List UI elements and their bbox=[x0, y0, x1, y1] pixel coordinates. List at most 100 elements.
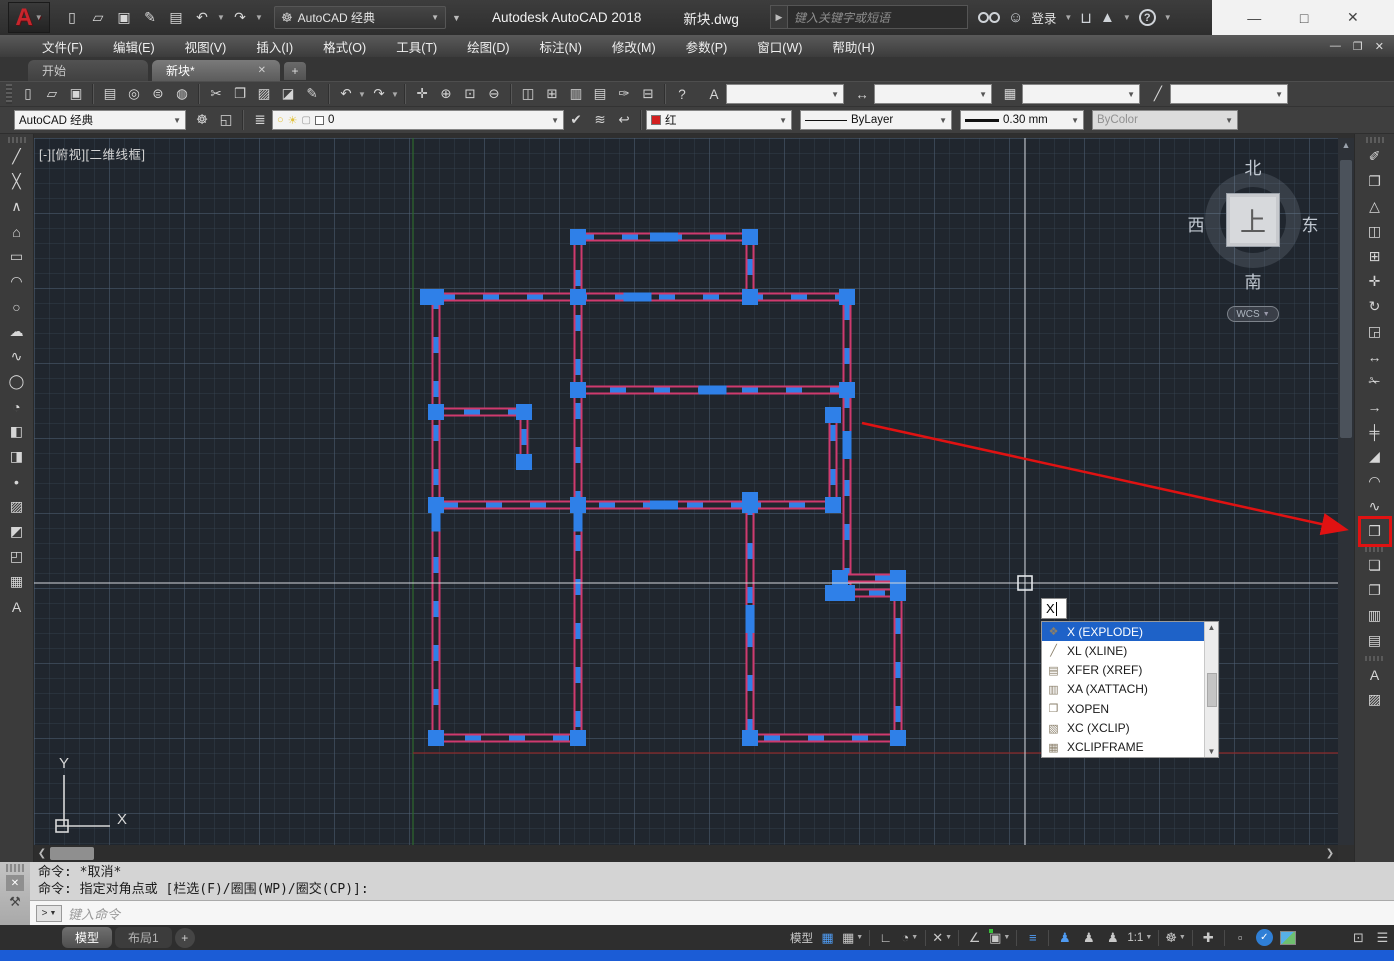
undo-dropdown-icon[interactable]: ▼ bbox=[358, 90, 367, 99]
properties-icon[interactable]: ◫ bbox=[516, 83, 540, 105]
revision-cloud-icon[interactable]: ☁ bbox=[4, 320, 30, 343]
plot-icon[interactable]: ▤ bbox=[98, 83, 122, 105]
workspaces-combo[interactable]: AutoCAD 经典 ▼ bbox=[14, 110, 186, 130]
search-input[interactable]: 键入关键字或短语 bbox=[788, 5, 968, 29]
linetype-combo[interactable]: ByLayer ▼ bbox=[800, 110, 952, 130]
help-dropdown-icon[interactable]: ▼ bbox=[1164, 13, 1172, 22]
signin-dropdown-icon[interactable]: ▼ bbox=[1064, 13, 1072, 22]
viewcube-east[interactable]: 东 bbox=[1298, 211, 1322, 236]
scroll-left-icon[interactable]: ❮ bbox=[34, 848, 50, 859]
stretch-icon[interactable]: ↔ bbox=[1362, 345, 1388, 368]
object-snap-icon[interactable]: ▣▼ bbox=[987, 927, 1012, 949]
command-suggestion[interactable]: ▥XA (XATTACH) bbox=[1042, 680, 1204, 699]
tool-palettes-icon[interactable]: ▥ bbox=[564, 83, 588, 105]
doc-restore-button[interactable]: ❐ bbox=[1353, 40, 1363, 53]
multiline-text-icon[interactable]: A bbox=[4, 595, 30, 618]
chamfer-icon[interactable]: ◢ bbox=[1362, 445, 1388, 468]
plot-icon[interactable]: ▤ bbox=[164, 6, 188, 30]
viewcube-top-face[interactable]: 上 bbox=[1226, 193, 1280, 247]
send-to-back-icon[interactable]: ❐ bbox=[1362, 579, 1388, 602]
array-icon[interactable]: ⊞ bbox=[1362, 245, 1388, 268]
annotation-autoscale-icon[interactable]: ♟ bbox=[1077, 927, 1100, 949]
close-button[interactable]: ✕ bbox=[1347, 9, 1359, 26]
save-icon[interactable]: ▣ bbox=[112, 6, 136, 30]
dim-style-icon[interactable]: ↔ bbox=[850, 83, 874, 105]
command-suggestion[interactable]: ╱XL (XLINE) bbox=[1042, 641, 1204, 660]
tab-layout1[interactable]: 布局1 bbox=[115, 927, 172, 948]
menu-o[interactable]: 格式(O) bbox=[323, 37, 366, 56]
layer-previous-icon[interactable]: ↩ bbox=[612, 109, 636, 131]
status-menu-icon[interactable]: ☰ bbox=[1371, 927, 1394, 949]
point-icon[interactable]: • bbox=[4, 470, 30, 493]
polar-tracking-icon[interactable]: ◔▼ bbox=[898, 927, 921, 949]
isolate-objects-icon[interactable]: ▫ bbox=[1229, 927, 1252, 949]
signin-button[interactable]: 登录 bbox=[1031, 8, 1056, 27]
paste-special-icon[interactable]: ◪ bbox=[276, 83, 300, 105]
scroll-up-icon[interactable]: ▲ bbox=[1208, 623, 1216, 632]
workspace-lock-icon[interactable]: ◱ bbox=[214, 109, 238, 131]
close-icon[interactable]: ✕ bbox=[6, 875, 24, 891]
hatch-icon[interactable]: ▨ bbox=[4, 495, 30, 518]
table-icon[interactable]: ▦ bbox=[4, 570, 30, 593]
open-icon[interactable]: ▱ bbox=[40, 83, 64, 105]
trim-icon[interactable]: ✁ bbox=[1362, 370, 1388, 393]
menu-p[interactable]: 参数(P) bbox=[686, 37, 728, 56]
annotation-visibility-icon[interactable]: ♟ bbox=[1053, 927, 1076, 949]
rectangle-icon[interactable]: ▭ bbox=[4, 245, 30, 268]
color-combo[interactable]: 红 ▼ bbox=[646, 110, 792, 130]
vertical-scrollbar[interactable]: ▲ bbox=[1338, 138, 1354, 845]
dim-style-combo[interactable]: ▼ bbox=[874, 84, 992, 104]
layer-match-icon[interactable]: ≋ bbox=[588, 109, 612, 131]
search-icon[interactable] bbox=[978, 11, 1000, 25]
sheetset-icon[interactable]: ▤ bbox=[588, 83, 612, 105]
open-file-icon[interactable]: ▱ bbox=[86, 6, 110, 30]
ortho-icon[interactable]: ∟ bbox=[874, 927, 897, 949]
chevron-down-icon[interactable]: ▼ bbox=[911, 934, 918, 941]
command-input-row[interactable]: >▼ 键入命令 bbox=[30, 900, 1394, 925]
pan-icon[interactable]: ✛ bbox=[410, 83, 434, 105]
new-tab-button[interactable]: + bbox=[284, 62, 306, 80]
menu-n[interactable]: 标注(N) bbox=[540, 37, 582, 56]
match-properties-icon[interactable]: ✎ bbox=[300, 83, 324, 105]
offset-icon[interactable]: ◫ bbox=[1362, 220, 1388, 243]
make-block-icon[interactable]: ◨ bbox=[4, 445, 30, 468]
fillet-icon[interactable]: ◠ bbox=[1362, 470, 1388, 493]
gradient-icon[interactable]: ◩ bbox=[4, 520, 30, 543]
drawing-canvas[interactable]: YX [-][俯视][二维线框] 上 北 南 西 东 WCS ▼ X ❖X (E… bbox=[34, 138, 1338, 845]
rotate-icon[interactable]: ↻ bbox=[1362, 295, 1388, 318]
ellipse-icon[interactable]: ◯ bbox=[4, 370, 30, 393]
menu-m[interactable]: 修改(M) bbox=[612, 37, 656, 56]
workspace-dropdown[interactable]: ☸ AutoCAD 经典 ▼ bbox=[274, 6, 446, 29]
command-suggestion[interactable]: ❐XOPEN bbox=[1042, 699, 1204, 718]
mirror-icon[interactable]: △ bbox=[1362, 195, 1388, 218]
markup-icon[interactable]: ✑ bbox=[612, 83, 636, 105]
export-dwf-icon[interactable]: ◍ bbox=[170, 83, 194, 105]
ellipse-arc-icon[interactable]: ◔ bbox=[4, 395, 30, 418]
polyline-icon[interactable]: ∧ bbox=[4, 195, 30, 218]
save-as-icon[interactable]: ✎ bbox=[138, 6, 162, 30]
construction-line-icon[interactable]: ╳ bbox=[4, 170, 30, 193]
publish-icon[interactable]: ⊜ bbox=[146, 83, 170, 105]
add-layout-button[interactable]: + bbox=[175, 928, 195, 948]
zoom-previous-icon[interactable]: ⊖ bbox=[482, 83, 506, 105]
quickcalc-icon[interactable]: ⊟ bbox=[636, 83, 660, 105]
popup-scrollbar[interactable]: ▲ ▼ bbox=[1204, 622, 1218, 757]
new-file-icon[interactable]: ▯ bbox=[60, 6, 84, 30]
zoom-realtime-icon[interactable]: ⊕ bbox=[434, 83, 458, 105]
mleader-style-icon[interactable]: ╱ bbox=[1146, 83, 1170, 105]
fullscreen-icon[interactable]: ⊡ bbox=[1347, 927, 1370, 949]
isodraft-icon[interactable]: ✕▼ bbox=[930, 927, 954, 949]
scroll-down-icon[interactable]: ▼ bbox=[1208, 747, 1216, 756]
command-suggestion[interactable]: ▧XC (XCLIP) bbox=[1042, 718, 1204, 737]
move-icon[interactable]: ✛ bbox=[1362, 270, 1388, 293]
object-snap-tracking-icon[interactable]: ∠ bbox=[963, 927, 986, 949]
scale-icon[interactable]: ◲ bbox=[1362, 320, 1388, 343]
panel-grip[interactable] bbox=[6, 864, 24, 872]
tab-document[interactable]: 新块* ✕ bbox=[152, 60, 280, 81]
redo-icon[interactable]: ↷ bbox=[228, 6, 252, 30]
chevron-down-icon[interactable]: ▼ bbox=[1003, 934, 1010, 941]
scroll-thumb[interactable] bbox=[50, 847, 94, 860]
a360-dropdown-icon[interactable]: ▼ bbox=[1123, 13, 1131, 22]
explode-icon[interactable]: ❒ bbox=[1362, 520, 1388, 543]
menu-d[interactable]: 绘图(D) bbox=[467, 37, 509, 56]
